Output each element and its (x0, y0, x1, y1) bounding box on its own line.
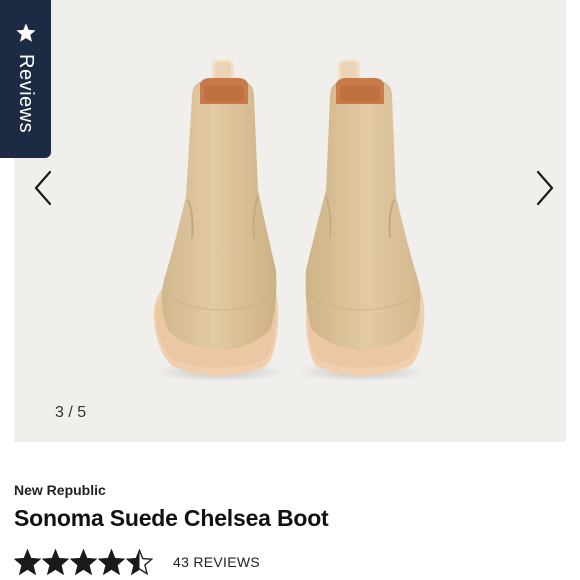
rating-stars (14, 548, 154, 576)
left-boot (153, 60, 279, 375)
chevron-left-icon (34, 170, 52, 206)
product-rating[interactable]: 43 REVIEWS (14, 547, 260, 577)
previous-image-button[interactable] (28, 168, 58, 208)
image-counter: 3 / 5 (55, 404, 87, 421)
reviews-tab-label: Reviews (15, 54, 37, 134)
product-image-gallery[interactable]: 3 / 5 (14, 0, 566, 442)
product-title: Sonoma Suede Chelsea Boot (14, 505, 329, 531)
right-boot (305, 60, 425, 375)
star-filled-icon (70, 548, 97, 575)
chevron-right-icon (536, 170, 554, 206)
star-filled-icon (42, 548, 69, 575)
product-image-boots (153, 60, 428, 382)
star-filled-icon (14, 548, 41, 575)
star-half-icon (126, 548, 153, 575)
next-image-button[interactable] (530, 168, 560, 208)
reviews-tab-button[interactable]: Reviews (0, 0, 51, 158)
star-filled-icon (98, 548, 125, 575)
reviews-count-link[interactable]: 43 REVIEWS (173, 554, 260, 570)
star-icon (15, 23, 36, 42)
product-brand[interactable]: New Republic (14, 482, 106, 498)
